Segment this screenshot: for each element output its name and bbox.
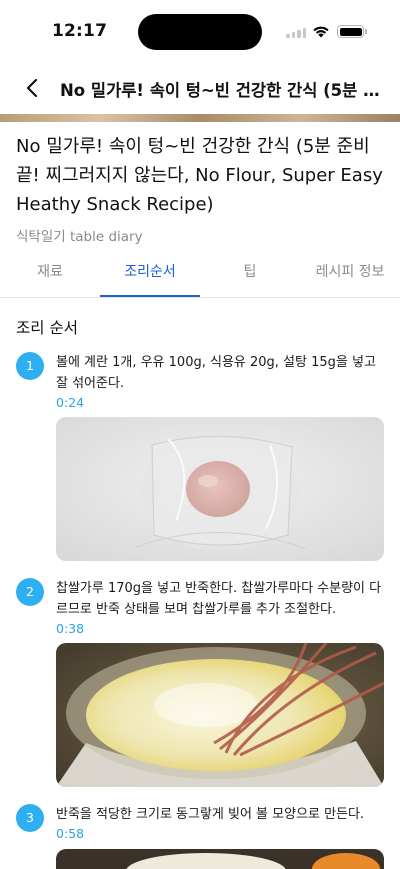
step-text: 반죽을 적당한 크기로 동그랗게 빚어 볼 모양으로 만든다. [56,807,365,822]
tab-cooking-steps[interactable]: 조리순서 [100,252,200,298]
status-time: 12:17 [52,21,108,41]
step-image[interactable] [56,417,384,561]
step-text: 볼에 계란 1개, 우유 100g, 식용유 20g, 설탕 15g을 넣고 잘… [56,355,376,391]
step-item: 3 반죽을 적당한 크기로 동그랗게 빚어 볼 모양으로 만든다. 0:58 [0,804,400,869]
step-timestamp[interactable]: 0:24 [56,395,84,410]
wifi-icon [313,26,329,38]
active-tab-indicator [100,295,200,297]
step-image[interactable] [56,643,384,787]
step-image[interactable] [56,849,384,869]
tab-bar: 재료 조리순서 팁 레시피 정보 [0,252,400,298]
step-item: 2 찹쌀가루 170g을 넣고 반죽한다. 찹쌀가루마다 수분량이 다르므로 반… [0,578,400,790]
channel-name[interactable]: 식탁일기 table diary [16,225,386,245]
status-bar: 12:17 [0,0,400,62]
tab-recipe-info[interactable]: 레시피 정보 [300,252,400,298]
step-timestamp[interactable]: 0:38 [56,621,84,636]
step-number-badge: 3 [16,804,44,832]
battery-icon [337,25,364,38]
nav-title: No 밀가루! 속이 텅~빈 건강한 간식 (5분 준비... [60,81,390,100]
nav-bar: No 밀가루! 속이 텅~빈 건강한 간식 (5분 준비... [0,62,400,114]
cellular-signal-icon [286,28,308,38]
recipe-header: No 밀가루! 속이 텅~빈 건강한 간식 (5분 준비 끝! 찌그러지지 않는… [16,132,386,245]
step-timestamp[interactable]: 0:58 [56,826,84,841]
tab-ingredients[interactable]: 재료 [0,252,100,298]
recipe-title: No 밀가루! 속이 텅~빈 건강한 간식 (5분 준비 끝! 찌그러지지 않는… [16,136,383,215]
battery-tip [365,29,367,34]
video-thumbnail-peek [0,114,400,122]
step-text: 찹쌀가루 170g을 넣고 반죽한다. 찹쌀가루마다 수분량이 다르므로 반죽 … [56,581,382,617]
step-item: 1 볼에 계란 1개, 우유 100g, 식용유 20g, 설탕 15g을 넣고… [0,352,400,562]
step-number-badge: 1 [16,352,44,380]
back-chevron-icon[interactable] [20,74,44,102]
step-number-badge: 2 [16,578,44,606]
tab-tips[interactable]: 팁 [200,252,300,298]
section-title: 조리 순서 [16,319,78,337]
dynamic-island [138,14,262,50]
